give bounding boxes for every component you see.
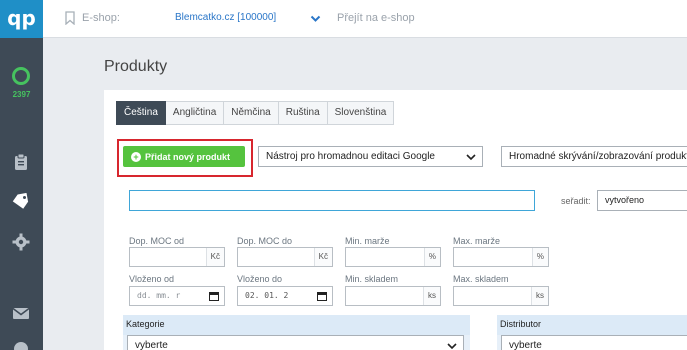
tag-icon[interactable] <box>12 193 30 211</box>
google-tool-select[interactable]: Nástroj pro hromadnou editaci Google <box>258 146 483 167</box>
gear-icon[interactable] <box>12 233 30 251</box>
unit-label: Kč <box>205 248 224 266</box>
filter-label: Dop. MOC do <box>237 236 293 246</box>
filter-label: Dop. MOC od <box>129 236 185 246</box>
inserted-from-date[interactable]: dd. mm. r <box>129 286 225 306</box>
distributor-value: vyberte <box>509 340 542 350</box>
go-to-eshop-link[interactable]: Přejít na e-shop <box>337 12 415 24</box>
tab-anglictina[interactable]: Angličtina <box>165 101 225 125</box>
counter-value: 2397 <box>12 90 31 99</box>
unit-label: ks <box>423 287 440 305</box>
chevron-down-icon[interactable] <box>310 13 321 24</box>
moc-to-input[interactable]: Kč <box>237 247 333 267</box>
min-stock-input[interactable]: ks <box>345 286 441 306</box>
filter-label: Vloženo od <box>129 274 175 284</box>
unit-label: Kč <box>313 248 332 266</box>
min-margin-input[interactable]: % <box>345 247 441 267</box>
top-bar: E-shop: Blemcatko.cz [100000] Přejít na … <box>43 0 687 38</box>
tab-cestina[interactable]: Čeština <box>116 101 166 125</box>
category-select[interactable]: vyberte <box>127 335 464 350</box>
chevron-down-icon <box>447 343 457 350</box>
category-value: vyberte <box>135 340 168 350</box>
unit-label: ks <box>531 287 548 305</box>
plus-icon: + <box>131 151 141 162</box>
mail-icon[interactable] <box>12 304 30 322</box>
sidebar: qp 2397 <box>0 0 43 350</box>
filter-label: Max. marže <box>453 236 501 246</box>
page-title: Produkty <box>104 58 168 75</box>
sort-value: vytvořeno <box>605 195 645 205</box>
app-logo[interactable]: qp <box>0 0 43 38</box>
unit-label: % <box>531 248 548 266</box>
eshop-selector[interactable]: Blemcatko.cz [100000] <box>175 12 276 23</box>
sort-select[interactable]: vytvořeno <box>597 190 687 211</box>
search-input[interactable] <box>129 190 535 211</box>
unit-label: % <box>423 248 440 266</box>
eshop-label: E-shop: <box>82 12 120 24</box>
clipboard-icon[interactable] <box>12 153 30 171</box>
help-icon[interactable] <box>12 340 30 350</box>
content-panel <box>104 90 687 350</box>
distributor-label: Distributor <box>500 319 542 329</box>
language-tabs: Čeština Angličtina Němčina Ruština Slove… <box>116 101 395 125</box>
date-value: 02. 01. 2 <box>245 291 289 300</box>
max-stock-input[interactable]: ks <box>453 286 549 306</box>
calendar-icon[interactable] <box>317 291 327 301</box>
category-header: Kategorie <box>123 315 470 335</box>
tab-rustina[interactable]: Ruština <box>278 101 328 125</box>
bookmark-icon[interactable] <box>65 11 75 25</box>
date-value: dd. mm. r <box>137 291 181 300</box>
add-product-label: Přidat nový produkt <box>145 151 231 162</box>
calendar-icon[interactable] <box>209 291 219 301</box>
filter-label: Min. skladem <box>345 274 399 284</box>
category-label: Kategorie <box>126 319 165 329</box>
tab-nemcina[interactable]: Němčina <box>224 101 279 125</box>
moc-from-input[interactable]: Kč <box>129 247 225 267</box>
max-margin-input[interactable]: % <box>453 247 549 267</box>
distributor-header: Distributor <box>497 315 687 335</box>
bulk-visibility-select[interactable]: Hromadné skrývání/zobrazování produktů <box>501 146 687 167</box>
add-product-button[interactable]: + Přidat nový produkt <box>123 146 245 167</box>
filter-label: Max. skladem <box>453 274 509 284</box>
inserted-to-date[interactable]: 02. 01. 2 <box>237 286 333 306</box>
progress-ring-icon[interactable] <box>12 67 30 85</box>
distributor-select[interactable]: vyberte <box>501 335 687 350</box>
filter-label: Vloženo do <box>237 274 283 284</box>
filter-label: Min. marže <box>345 236 390 246</box>
bulk-visibility-label: Hromadné skrývání/zobrazování produktů <box>509 151 687 162</box>
tab-slovenstina[interactable]: Slovenština <box>327 101 395 125</box>
chevron-down-icon <box>466 154 476 161</box>
google-tool-label: Nástroj pro hromadnou editaci Google <box>266 151 435 162</box>
sort-label: seřadit: <box>561 196 591 206</box>
